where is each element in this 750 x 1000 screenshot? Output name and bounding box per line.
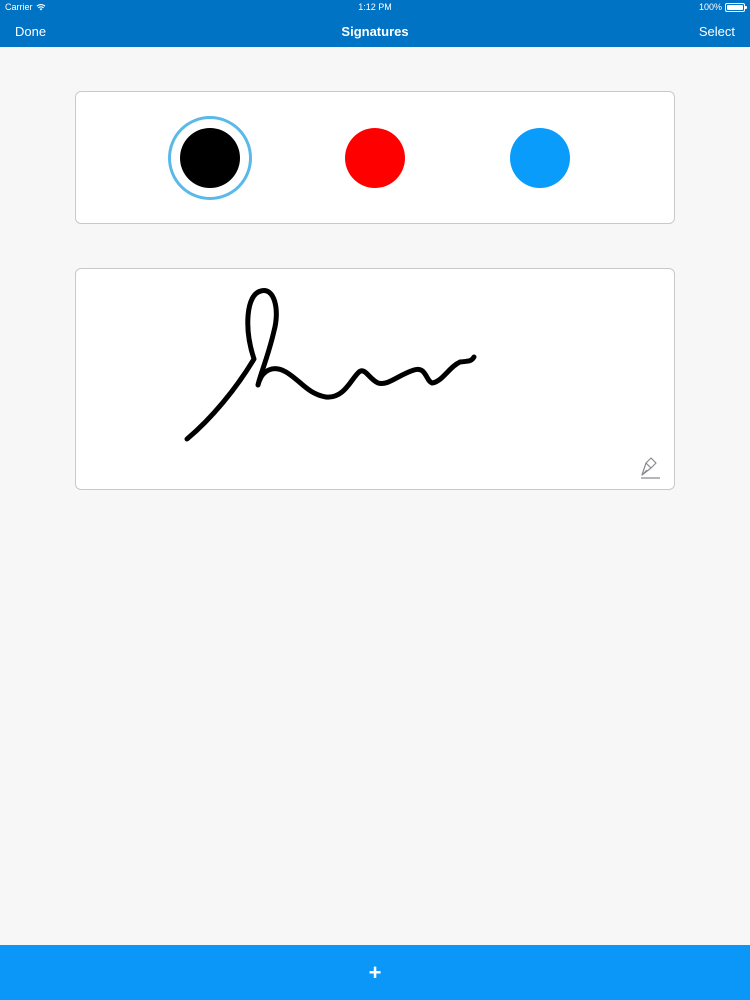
battery-icon <box>725 2 747 12</box>
battery-level <box>727 4 743 10</box>
color-swatch-blue[interactable] <box>510 128 570 188</box>
color-swatch-red[interactable] <box>345 128 405 188</box>
color-picker-panel <box>75 91 675 224</box>
pen-edit-icon[interactable] <box>638 455 662 481</box>
signature-drawing <box>184 288 477 442</box>
add-signature-button[interactable]: + <box>345 955 405 991</box>
status-time: 1:12 PM <box>358 2 392 12</box>
signature-card[interactable] <box>75 268 675 490</box>
status-bar: Carrier 1:12 PM 100% <box>0 0 750 14</box>
signature-stroke <box>184 288 477 442</box>
battery-percent: 100% <box>698 2 722 12</box>
color-swatch-black[interactable] <box>180 128 240 188</box>
status-right: 100% <box>698 0 747 14</box>
navigation-bar: Carrier 1:12 PM 100% Done Signatures Sel… <box>0 0 750 47</box>
bottom-toolbar: + <box>0 945 750 1000</box>
select-button[interactable]: Select <box>699 24 735 39</box>
nav-row: Done Signatures Select <box>0 14 750 47</box>
page-title: Signatures <box>341 24 409 39</box>
